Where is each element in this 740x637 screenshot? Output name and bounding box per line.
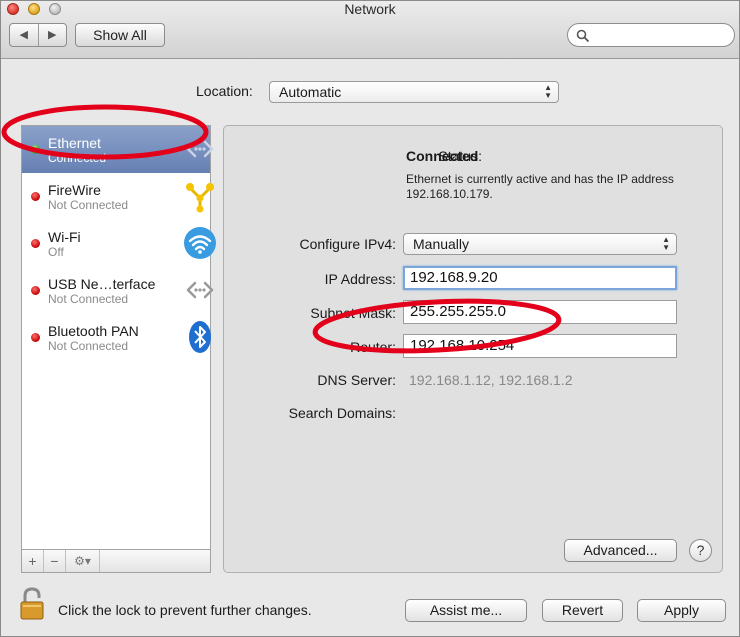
show-all-button[interactable]: Show All xyxy=(75,23,165,47)
status-indicator-red xyxy=(31,286,40,295)
location-label: Location: xyxy=(196,83,253,99)
back-forward-control: ◀ ▶ xyxy=(9,23,67,47)
ip-address-field[interactable]: 192.168.9.20 xyxy=(403,266,677,290)
service-name: Wi-Fi xyxy=(48,229,81,245)
service-name: Bluetooth PAN xyxy=(48,323,139,339)
lock-message: Click the lock to prevent further change… xyxy=(58,602,312,618)
service-status: Not Connected xyxy=(48,292,129,306)
status-indicator-red xyxy=(31,333,40,342)
advanced-button[interactable]: Advanced... xyxy=(564,539,677,562)
service-status: Off xyxy=(48,245,64,259)
toolbar: Network ◀ ▶ Show All xyxy=(1,1,739,59)
service-name: USB Ne…terface xyxy=(48,276,156,292)
service-status: Connected xyxy=(48,151,107,165)
status-indicator-green xyxy=(31,145,40,154)
lock-icon[interactable] xyxy=(19,587,49,621)
popup-arrows-icon: ▲ ▼ xyxy=(544,83,552,100)
search-icon xyxy=(576,29,590,43)
firewire-icon xyxy=(186,183,214,213)
wifi-icon xyxy=(184,227,216,259)
usb-ethernet-icon xyxy=(186,281,214,299)
ethernet-icon xyxy=(186,140,214,158)
configure-ipv4-popup[interactable]: Manually ▲ ▼ xyxy=(403,233,677,255)
help-button[interactable]: ? xyxy=(689,539,712,562)
search-domains-label: Search Domains: xyxy=(288,405,396,421)
add-service-button[interactable]: + xyxy=(22,550,44,572)
location-value: Automatic xyxy=(279,84,342,100)
revert-button[interactable]: Revert xyxy=(542,599,623,622)
assist-me-button[interactable]: Assist me... xyxy=(405,599,527,622)
location-popup[interactable]: Automatic ▲ ▼ xyxy=(269,81,559,103)
dns-server-label: DNS Server: xyxy=(317,372,396,388)
service-item-ethernet[interactable]: Ethernet Connected xyxy=(22,126,214,173)
popup-arrows-icon: ▲ ▼ xyxy=(662,235,670,252)
service-item-firewire[interactable]: FireWire Not Connected xyxy=(22,173,214,220)
window-title: Network xyxy=(344,1,396,17)
network-preferences-window: Network ◀ ▶ Show All Location: Automatic… xyxy=(0,0,740,637)
service-item-wifi[interactable]: Wi-Fi Off xyxy=(22,220,216,267)
dns-server-value: 192.168.1.12, 192.168.1.2 xyxy=(409,372,573,388)
gear-menu-button[interactable]: ⚙▾ xyxy=(66,550,100,572)
forward-arrow-icon[interactable]: ▶ xyxy=(37,24,67,46)
service-list: Ethernet Connected FireWire Not Connecte… xyxy=(21,125,216,573)
router-field[interactable]: 192.168.10.254 xyxy=(403,334,677,358)
service-name: Ethernet xyxy=(48,135,101,151)
status-indicator-red xyxy=(31,239,40,248)
service-status: Not Connected xyxy=(48,339,129,353)
search-field[interactable] xyxy=(567,23,735,47)
router-label: Router: xyxy=(350,339,396,355)
status-description: Ethernet is currently active and has the… xyxy=(406,172,674,201)
subnet-mask-field[interactable]: 255.255.255.0 xyxy=(403,300,677,324)
bluetooth-icon xyxy=(189,321,211,353)
service-status: Not Connected xyxy=(48,198,129,212)
back-arrow-icon[interactable]: ◀ xyxy=(10,24,38,46)
configure-ipv4-label: Configure IPv4: xyxy=(299,236,397,252)
ip-address-label: IP Address: xyxy=(324,271,396,287)
apply-button[interactable]: Apply xyxy=(637,599,726,622)
service-item-usb-ethernet[interactable]: USB Ne…terface Not Connected xyxy=(22,267,214,314)
service-name: FireWire xyxy=(48,182,101,198)
configure-ipv4-value: Manually xyxy=(413,236,470,252)
status-value: Connected xyxy=(406,148,479,164)
status-indicator-red xyxy=(31,192,40,201)
service-list-controls: + − ⚙▾ xyxy=(21,549,211,573)
service-item-bluetooth-pan[interactable]: Bluetooth PAN Not Connected xyxy=(22,314,211,361)
subnet-mask-label: Subnet Mask: xyxy=(310,305,396,321)
remove-service-button[interactable]: − xyxy=(44,550,66,572)
